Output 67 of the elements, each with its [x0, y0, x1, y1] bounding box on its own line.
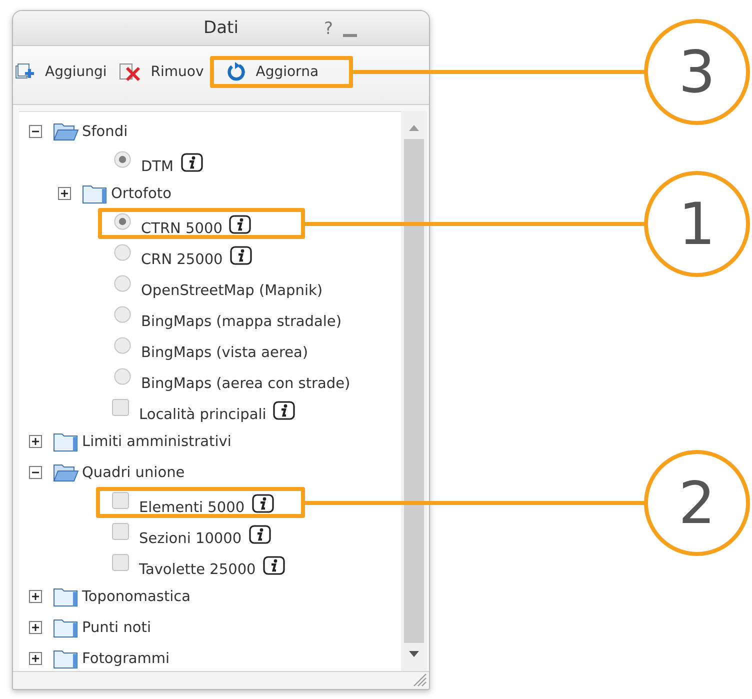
- info-icon[interactable]: [230, 246, 252, 265]
- radio-button[interactable]: [114, 151, 131, 168]
- layer-label[interactable]: Tavolette 25000: [139, 562, 256, 578]
- remove-layer-icon: [118, 62, 141, 82]
- collapse-toggle[interactable]: [29, 125, 42, 138]
- expand-toggle[interactable]: [29, 435, 42, 448]
- radio-button[interactable]: [114, 244, 131, 261]
- folder-label[interactable]: Fotogrammi: [82, 650, 170, 666]
- info-icon[interactable]: [229, 215, 252, 234]
- open-folder-icon: [53, 122, 79, 142]
- collapse-toggle[interactable]: [29, 466, 42, 479]
- layer-label[interactable]: OpenStreetMap (Mapnik): [141, 283, 323, 299]
- folder-icon: [82, 184, 108, 204]
- radio-button[interactable]: [114, 306, 131, 323]
- radio-button[interactable]: [114, 213, 131, 230]
- info-icon[interactable]: [273, 401, 296, 420]
- step-number-badge: 3: [644, 19, 750, 125]
- layer-label[interactable]: BingMaps (mappa stradale): [141, 314, 342, 330]
- folder-label[interactable]: Punti noti: [82, 620, 151, 636]
- info-icon[interactable]: [262, 556, 285, 575]
- minimize-icon[interactable]: [343, 34, 357, 36]
- expand-toggle[interactable]: [29, 652, 42, 665]
- folder-label[interactable]: Ortofoto: [111, 186, 172, 202]
- folder-icon: [53, 432, 79, 452]
- scroll-up-icon[interactable]: [409, 125, 419, 131]
- help-button[interactable]: ?: [324, 19, 333, 39]
- open-folder-icon: [53, 462, 79, 482]
- step-number-badge: 2: [644, 450, 750, 556]
- expand-toggle[interactable]: [58, 187, 71, 200]
- folder-icon: [53, 618, 79, 638]
- remove-button[interactable]: Rimuov: [112, 56, 210, 88]
- checkbox[interactable]: [112, 492, 129, 509]
- add-button[interactable]: Aggiungi: [13, 56, 113, 88]
- radio-button[interactable]: [114, 275, 131, 292]
- step-number-badge: 1: [644, 170, 750, 276]
- folder-label[interactable]: Limiti amministrativi: [82, 434, 232, 450]
- expand-toggle[interactable]: [29, 621, 42, 634]
- layer-label[interactable]: DTM: [141, 159, 174, 175]
- checkbox[interactable]: [112, 554, 129, 571]
- layer-label[interactable]: Elementi 5000: [139, 500, 245, 516]
- folder-label[interactable]: Sfondi: [82, 124, 128, 140]
- layer-label[interactable]: Località principali: [139, 407, 266, 423]
- layer-label[interactable]: BingMaps (vista aerea): [141, 345, 308, 361]
- layer-label[interactable]: CRN 25000: [141, 252, 223, 268]
- scroll-down-icon[interactable]: [409, 651, 419, 657]
- checkbox[interactable]: [112, 523, 129, 540]
- info-icon[interactable]: [252, 494, 274, 513]
- layer-label[interactable]: BingMaps (aerea con strade): [141, 376, 350, 392]
- refresh-button[interactable]: Aggiorna: [210, 56, 353, 88]
- scrollbar[interactable]: [401, 111, 427, 671]
- folder-label[interactable]: Toponomastica: [82, 588, 191, 604]
- window-title: Dati: [204, 18, 238, 38]
- add-layer-icon: [15, 63, 35, 81]
- refresh-icon: [226, 62, 246, 82]
- info-icon[interactable]: [180, 153, 203, 172]
- folder-label[interactable]: Quadri unione: [82, 464, 185, 480]
- expand-toggle[interactable]: [29, 590, 42, 603]
- resize-grip-icon[interactable]: [413, 673, 427, 687]
- layer-label[interactable]: CTRN 5000: [141, 221, 222, 237]
- layer-label[interactable]: Sezioni 10000: [139, 531, 242, 547]
- radio-button[interactable]: [114, 368, 131, 385]
- info-icon[interactable]: [248, 525, 271, 544]
- checkbox[interactable]: [112, 399, 129, 416]
- folder-icon: [53, 648, 79, 668]
- folder-icon: [53, 586, 79, 606]
- radio-button[interactable]: [114, 337, 131, 354]
- scroll-thumb[interactable]: [404, 139, 424, 643]
